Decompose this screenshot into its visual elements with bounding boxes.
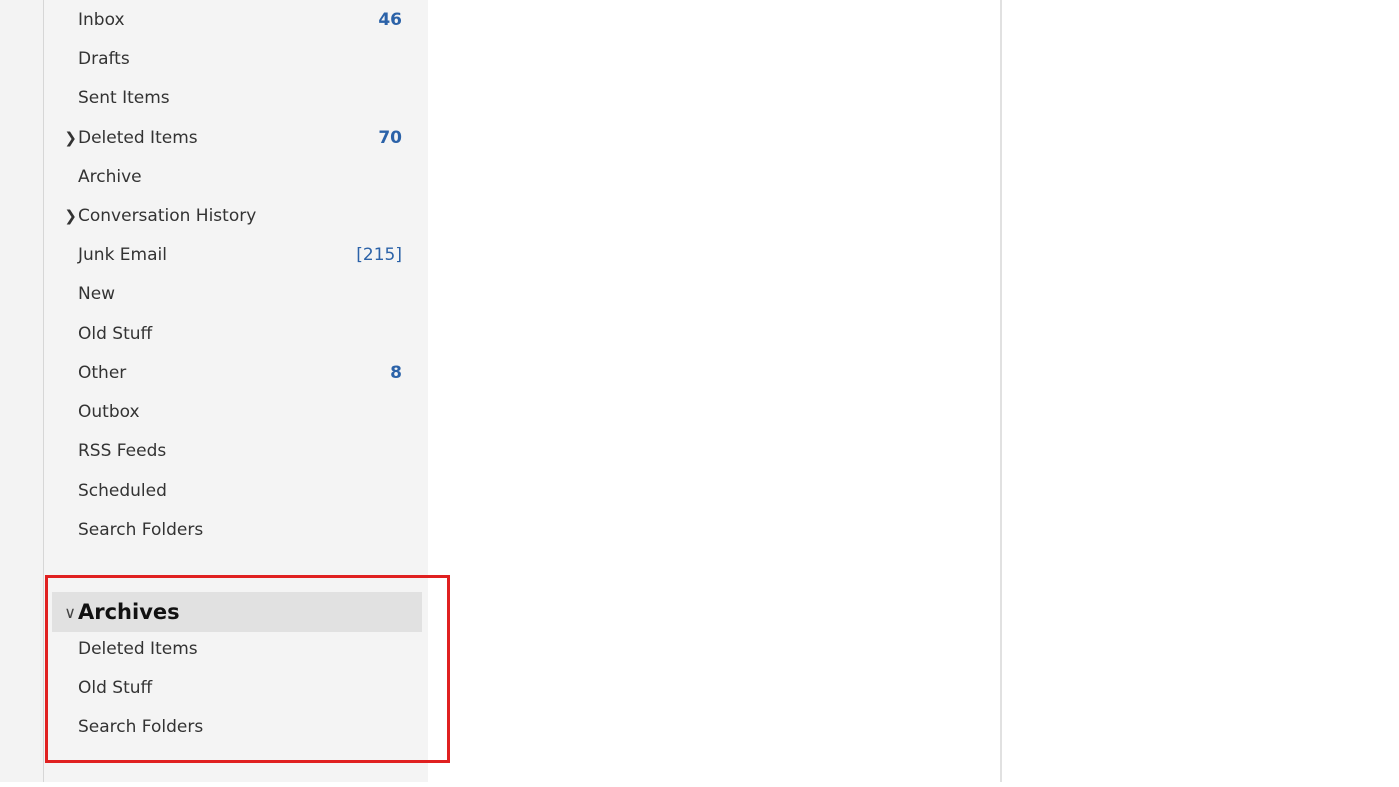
folder-drafts[interactable]: Drafts — [52, 41, 422, 77]
archive-folder-search-folders[interactable]: Search Folders — [52, 709, 422, 745]
folder-label: Sent Items — [78, 88, 170, 108]
chevron-right-icon[interactable]: ❯ — [52, 207, 78, 225]
folder-label: Search Folders — [78, 717, 204, 737]
folder-search-folders[interactable]: Search Folders — [52, 512, 422, 548]
folder-label: Search Folders — [78, 520, 204, 540]
folder-label: Archive — [78, 167, 142, 187]
folder-label: Old Stuff — [78, 678, 153, 698]
folder-old-stuff[interactable]: Old Stuff — [52, 316, 422, 352]
archives-header[interactable]: ∨ Archives — [52, 592, 422, 632]
folder-rss-feeds[interactable]: RSS Feeds — [52, 433, 422, 469]
folder-label: Inbox — [78, 10, 125, 30]
folder-junk-email[interactable]: Junk Email [215] — [52, 237, 422, 273]
unread-count: 70 — [378, 128, 402, 148]
folder-label: New — [78, 284, 116, 304]
navigation-strip — [0, 0, 44, 782]
unread-count: 46 — [378, 10, 402, 30]
folder-label: Conversation History — [78, 206, 257, 226]
folder-label: Junk Email — [78, 245, 167, 265]
chevron-down-icon[interactable]: ∨ — [52, 603, 78, 622]
folder-label: Deleted Items — [78, 639, 198, 659]
folder-label: Outbox — [78, 402, 140, 422]
folder-label: Other — [78, 363, 127, 383]
folder-label: Scheduled — [78, 481, 167, 501]
unread-count: 8 — [390, 363, 402, 383]
archive-folder-deleted-items[interactable]: Deleted Items — [52, 631, 422, 667]
folder-label: RSS Feeds — [78, 441, 167, 461]
folder-inbox[interactable]: Inbox 46 — [52, 2, 422, 38]
folder-label: Old Stuff — [78, 324, 153, 344]
folder-archive[interactable]: Archive — [52, 159, 422, 195]
folder-new[interactable]: New — [52, 276, 422, 312]
folder-outbox[interactable]: Outbox — [52, 394, 422, 430]
folder-other[interactable]: Other 8 — [52, 355, 422, 391]
folder-label: Drafts — [78, 49, 130, 69]
folder-sent-items[interactable]: Sent Items — [52, 80, 422, 116]
archives-title: Archives — [78, 600, 180, 624]
pane-divider[interactable] — [1000, 0, 1002, 782]
folder-scheduled[interactable]: Scheduled — [52, 473, 422, 509]
folder-deleted-items[interactable]: ❯ Deleted Items 70 — [52, 120, 422, 156]
folder-conversation-history[interactable]: ❯ Conversation History — [52, 198, 422, 234]
folder-pane: Inbox 46 Drafts Sent Items ❯ Deleted Ite… — [44, 0, 428, 782]
chevron-right-icon[interactable]: ❯ — [52, 129, 78, 147]
item-count: [215] — [356, 245, 402, 265]
archive-folder-old-stuff[interactable]: Old Stuff — [52, 670, 422, 706]
folder-label: Deleted Items — [78, 128, 198, 148]
